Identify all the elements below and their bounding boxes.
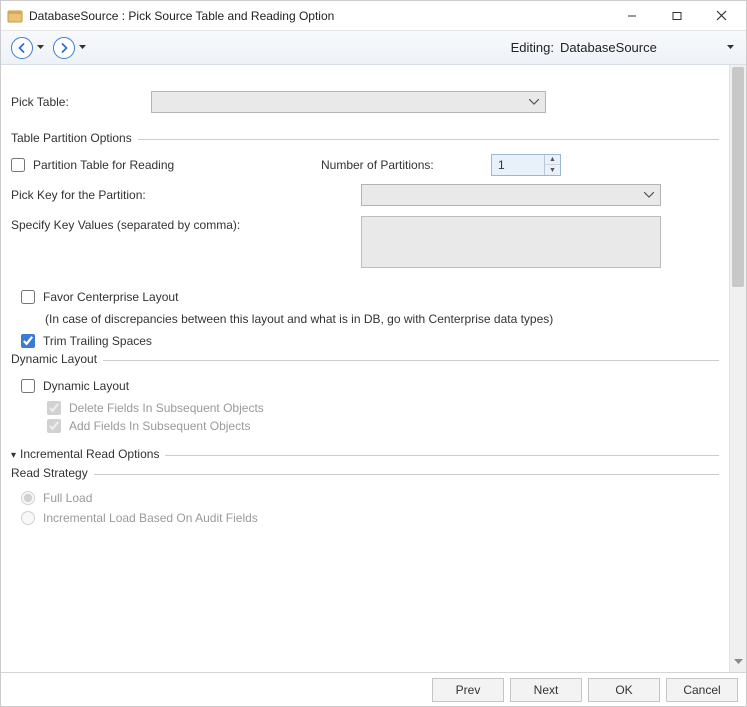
prev-button[interactable]: Prev <box>432 678 504 702</box>
partition-table-checkbox[interactable] <box>11 158 25 172</box>
editing-label: Editing: <box>511 40 554 55</box>
vertical-scrollbar[interactable] <box>729 65 746 672</box>
ok-button[interactable]: OK <box>588 678 660 702</box>
back-dropdown-icon[interactable] <box>35 37 45 59</box>
window-title: DatabaseSource : Pick Source Table and R… <box>29 9 334 23</box>
forward-dropdown-icon[interactable] <box>77 37 87 59</box>
button-bar: Prev Next OK Cancel <box>1 672 746 706</box>
dynamic-layout-label: Dynamic Layout <box>43 379 129 393</box>
specify-key-label: Specify Key Values (separated by comma): <box>11 216 361 232</box>
favor-layout-checkbox[interactable] <box>21 290 35 304</box>
incremental-audit-label: Incremental Load Based On Audit Fields <box>43 511 258 525</box>
incremental-audit-radio <box>21 511 35 525</box>
toolbar: Editing: DatabaseSource <box>1 31 746 65</box>
read-strategy-legend: Read Strategy <box>11 466 94 480</box>
partition-table-label: Partition Table for Reading <box>33 158 174 172</box>
scrollbar-thumb[interactable] <box>732 67 744 287</box>
titlebar: DatabaseSource : Pick Source Table and R… <box>1 1 746 31</box>
cancel-button[interactable]: Cancel <box>666 678 738 702</box>
pick-key-combo[interactable] <box>361 184 661 206</box>
key-values-textarea[interactable] <box>361 216 661 268</box>
spin-up-icon[interactable]: ▲ <box>545 155 560 165</box>
pick-key-label: Pick Key for the Partition: <box>11 188 361 202</box>
dynamic-legend: Dynamic Layout <box>11 352 103 366</box>
favor-layout-hint: (In case of discrepancies between this l… <box>45 312 719 326</box>
next-button[interactable]: Next <box>510 678 582 702</box>
full-load-radio <box>21 491 35 505</box>
num-partitions-spinner[interactable]: 1 ▲ ▼ <box>491 154 561 176</box>
close-button[interactable] <box>699 1 744 30</box>
incremental-groupbox: Incremental Read Options Read Strategy F… <box>11 455 719 543</box>
full-load-label: Full Load <box>43 491 92 505</box>
read-strategy-groupbox: Read Strategy Full Load Incremental Load… <box>11 474 719 537</box>
pick-table-label: Pick Table: <box>11 95 151 109</box>
trim-trailing-label: Trim Trailing Spaces <box>43 334 152 348</box>
app-icon <box>7 8 23 24</box>
dynamic-groupbox: Dynamic Layout Dynamic Layout Delete Fie… <box>11 360 719 443</box>
add-fields-label: Add Fields In Subsequent Objects <box>69 419 250 433</box>
editing-value: DatabaseSource <box>560 40 720 55</box>
spinner-buttons[interactable]: ▲ ▼ <box>544 155 560 175</box>
chevron-down-icon <box>642 188 656 202</box>
incremental-legend[interactable]: Incremental Read Options <box>11 447 165 461</box>
forward-button[interactable] <box>53 37 75 59</box>
num-partitions-label: Number of Partitions: <box>321 158 491 172</box>
trim-trailing-checkbox[interactable] <box>21 334 35 348</box>
delete-fields-label: Delete Fields In Subsequent Objects <box>69 401 264 415</box>
editing-dropdown-icon[interactable] <box>724 42 736 54</box>
add-fields-checkbox <box>47 419 61 433</box>
delete-fields-checkbox <box>47 401 61 415</box>
favor-layout-label: Favor Centerprise Layout <box>43 290 178 304</box>
minimize-button[interactable] <box>609 1 654 30</box>
chevron-down-icon <box>527 95 541 109</box>
num-partitions-value: 1 <box>498 158 505 172</box>
content-area: Pick Table: Table Partition Options Part… <box>1 65 729 672</box>
partition-legend: Table Partition Options <box>11 131 138 145</box>
spin-down-icon[interactable]: ▼ <box>545 165 560 175</box>
back-button[interactable] <box>11 37 33 59</box>
pick-table-combo[interactable] <box>151 91 546 113</box>
scroll-down-icon[interactable] <box>730 654 746 670</box>
maximize-button[interactable] <box>654 1 699 30</box>
partition-groupbox: Table Partition Options Partition Table … <box>11 139 719 274</box>
dynamic-layout-checkbox[interactable] <box>21 379 35 393</box>
